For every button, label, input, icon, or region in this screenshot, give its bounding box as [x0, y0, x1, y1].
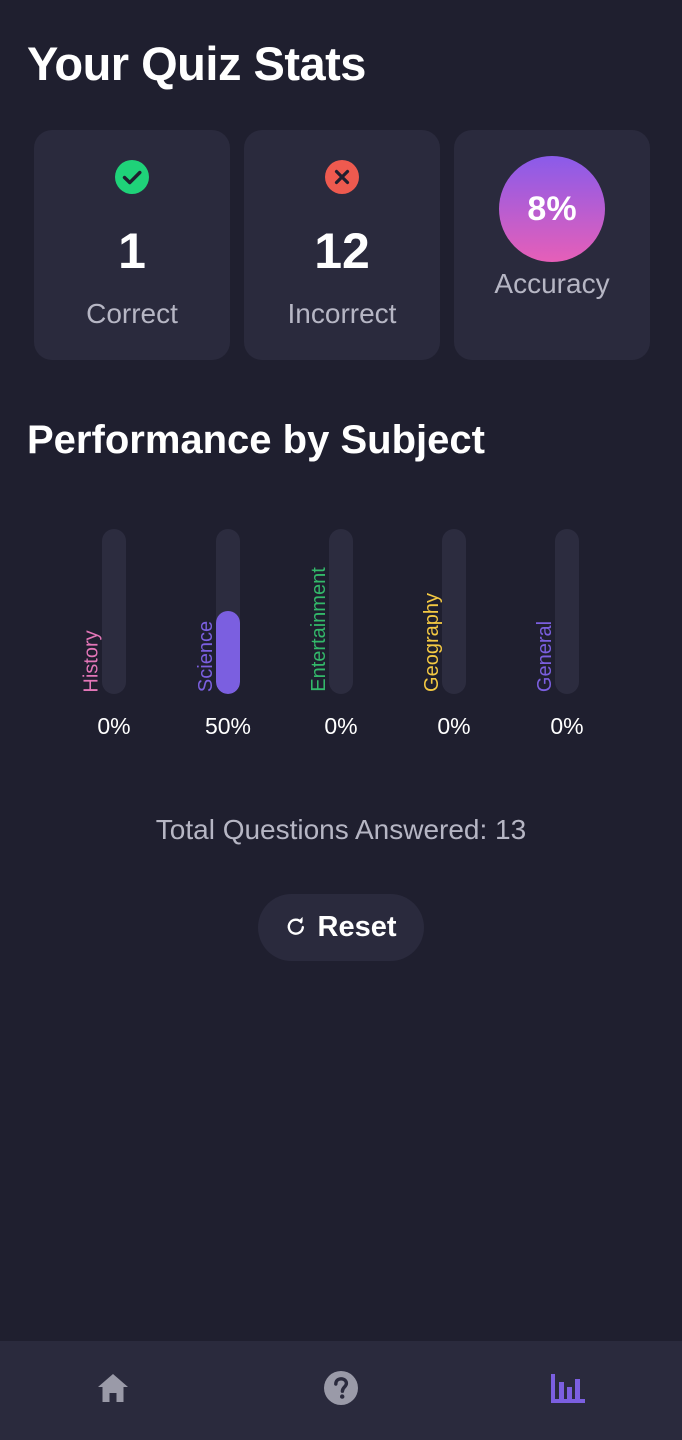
- accuracy-badge: 8%: [499, 156, 605, 262]
- page-title: Your Quiz Stats: [27, 37, 366, 90]
- bar-label-history: History: [80, 629, 103, 693]
- nav-home[interactable]: [53, 1341, 173, 1440]
- total-questions: Total Questions Answered: 13: [155, 814, 527, 845]
- bar-value-general: 0%: [550, 713, 584, 739]
- refresh-icon: [286, 911, 306, 944]
- bar-chart-icon: [550, 1372, 586, 1409]
- bar-track-science: [216, 529, 240, 694]
- correct-count: 1: [118, 223, 146, 279]
- home-icon: [95, 1371, 131, 1410]
- incorrect-card: 12 Incorrect: [244, 130, 440, 360]
- correct-card: 1 Correct: [34, 130, 230, 360]
- help-icon: [323, 1370, 359, 1411]
- bar-value-entertainment: 0%: [324, 713, 358, 739]
- bar-value-history: 0%: [97, 713, 131, 739]
- bar-track-geography: [442, 529, 466, 694]
- bar-track-entertainment: [329, 529, 353, 694]
- subject-performance-chart: History 0% Science 50% Entertainment 0% Geogra…: [0, 520, 682, 750]
- incorrect-count: 12: [314, 223, 370, 279]
- accuracy-label: Accuracy: [494, 268, 610, 299]
- nav-stats[interactable]: [508, 1341, 628, 1440]
- bar-label-science: Science: [194, 620, 217, 693]
- x-circle-icon: [325, 160, 359, 194]
- bottom-nav: [0, 1341, 682, 1440]
- bar-fill-science: [216, 611, 240, 694]
- nav-help[interactable]: [281, 1341, 401, 1440]
- bar-track-general: [555, 529, 579, 694]
- bar-value-science: 50%: [204, 713, 252, 739]
- bar-label-entertainment: Entertainment: [307, 567, 330, 692]
- bar-label-general: General: [533, 620, 556, 693]
- section-title: Performance by Subject: [27, 418, 485, 462]
- correct-label: Correct: [86, 298, 178, 329]
- bar-label-geography: Geography: [420, 593, 443, 692]
- check-circle-icon: [115, 160, 149, 194]
- bar-value-geography: 0%: [437, 713, 471, 739]
- stats-cards: 1 Correct 12 Incorrect 8% Accuracy: [34, 130, 650, 360]
- bar-track-history: [102, 529, 126, 694]
- quiz-stats-screen: Your Quiz Stats 1 Correct 12 Incorrect 8…: [0, 0, 682, 1440]
- accuracy-card: 8% Accuracy: [454, 130, 650, 360]
- reset-button[interactable]: Reset: [258, 894, 424, 961]
- incorrect-label: Incorrect: [287, 298, 397, 329]
- reset-label: Reset: [317, 911, 397, 943]
